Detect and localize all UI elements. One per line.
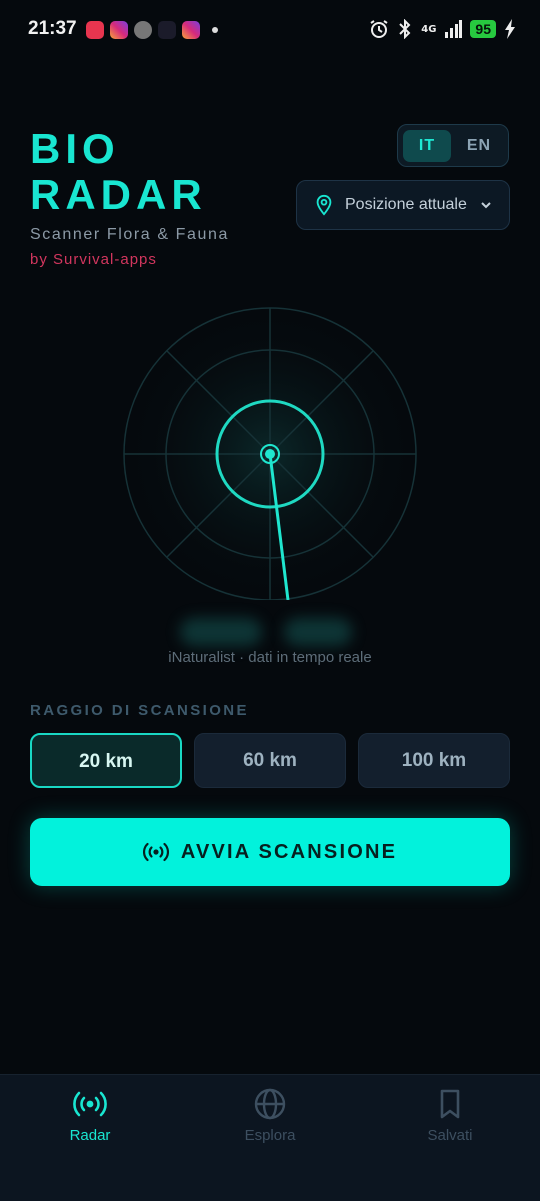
app-byline: by Survival-apps xyxy=(30,251,157,268)
start-scan-button[interactable]: AVVIA SCANSIONE xyxy=(30,818,510,886)
app-notification-icon xyxy=(86,21,104,39)
status-time: 21:37 xyxy=(28,18,77,39)
bluetooth-icon xyxy=(399,19,411,39)
location-selector[interactable]: Posizione attuale xyxy=(296,180,510,230)
language-option-it[interactable]: IT xyxy=(403,130,451,162)
logo-line-1: BIO xyxy=(30,125,120,172)
language-option-en[interactable]: EN xyxy=(455,130,503,162)
signal-icon xyxy=(445,20,463,38)
nav-item-esplora[interactable]: Esplora xyxy=(210,1087,330,1144)
alarm-icon xyxy=(370,20,388,38)
location-label: Posizione attuale xyxy=(345,196,467,213)
start-scan-label: AVVIA SCANSIONE xyxy=(180,840,398,863)
nav-label-esplora: Esplora xyxy=(244,1127,296,1144)
more-notifications-icon xyxy=(212,27,218,33)
moon-icon xyxy=(134,21,152,39)
range-label: RAGGIO DI SCANSIONE xyxy=(30,702,249,719)
instagram-icon xyxy=(182,21,200,39)
logo-line-2: RADAR xyxy=(30,171,207,218)
charging-icon xyxy=(505,19,515,39)
globe-icon xyxy=(254,1088,286,1120)
instagram-icon xyxy=(110,21,128,39)
radar-status-placeholder xyxy=(180,618,262,646)
radar-display xyxy=(120,306,420,604)
app-subtitle: Scanner Flora & Fauna xyxy=(30,226,230,243)
range-option-100km[interactable]: 100 km xyxy=(358,733,510,788)
status-bar: 21:37 4G 95 xyxy=(0,0,540,62)
nav-item-salvati[interactable]: Salvati xyxy=(390,1087,510,1144)
battery-level: 95 xyxy=(470,20,496,38)
nav-label-salvati: Salvati xyxy=(427,1127,473,1144)
language-toggle: IT EN xyxy=(397,124,509,167)
bookmark-icon xyxy=(440,1089,460,1119)
range-option-20km[interactable]: 20 km xyxy=(30,733,182,788)
bottom-navigation: Radar Esplora Salvati xyxy=(0,1074,540,1201)
broadcast-icon xyxy=(142,842,169,862)
nav-item-radar[interactable]: Radar xyxy=(30,1087,150,1144)
radar-icon xyxy=(73,1091,107,1117)
network-label: 4G xyxy=(421,23,437,35)
notification-icons xyxy=(86,21,218,39)
chevron-down-icon xyxy=(481,202,491,209)
system-icons: 4G 95 xyxy=(369,19,516,39)
app-logo: BIO RADAR xyxy=(30,126,207,218)
app-notification-icon xyxy=(158,21,176,39)
range-option-60km[interactable]: 60 km xyxy=(194,733,346,788)
nav-label-radar: Radar xyxy=(69,1127,111,1144)
radar-status-placeholder xyxy=(284,618,352,646)
data-source-text: iNaturalist · dati in tempo reale xyxy=(168,649,372,666)
map-pin-icon xyxy=(316,194,332,216)
